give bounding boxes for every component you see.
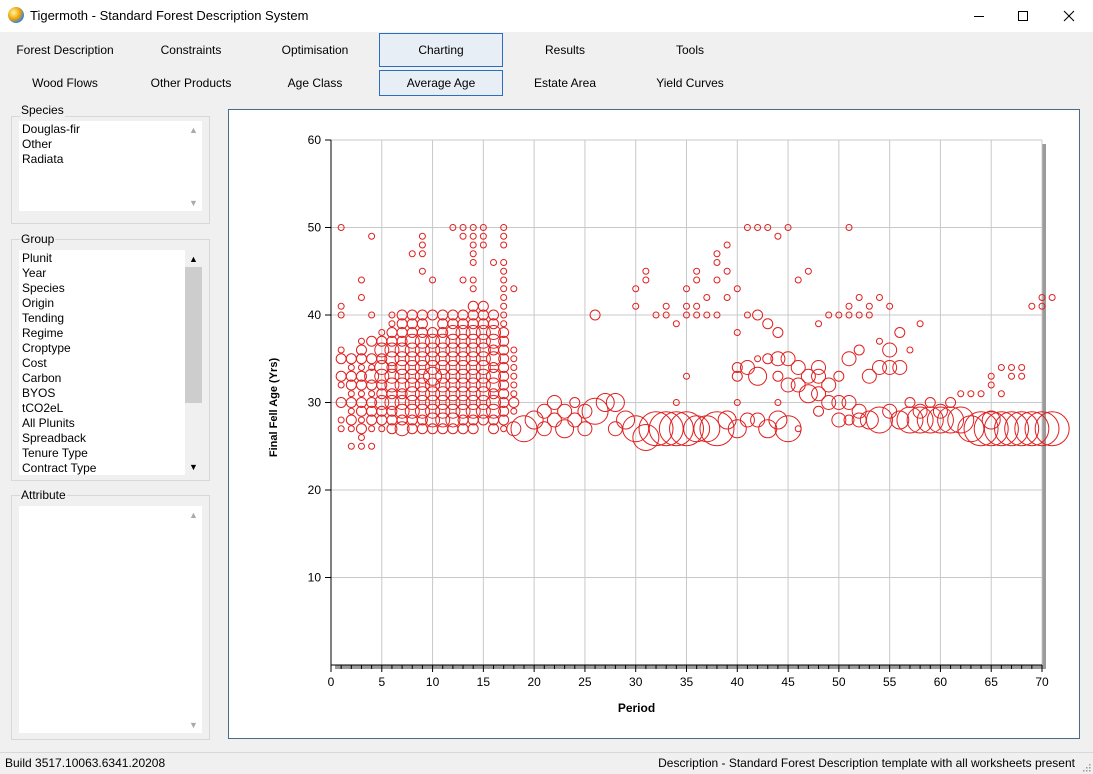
x-tick-label: 50 [832,675,846,689]
attribute-listbox[interactable]: ▲ ▼ [19,506,202,733]
y-tick-label: 20 [308,483,322,497]
list-item[interactable]: Regime [22,326,96,341]
window-title: Tigermoth - Standard Forest Description … [30,8,309,23]
tab-tools[interactable]: Tools [628,33,752,67]
list-item[interactable]: Tenure Type [22,446,96,461]
x-tick-label: 60 [934,675,948,689]
x-tick-label: 30 [629,675,643,689]
species-scrollbar[interactable]: ▲ ▼ [185,121,202,211]
list-item[interactable]: Spreadback [22,431,96,446]
tab-estate-area[interactable]: Estate Area [503,70,627,96]
resize-grip-icon[interactable] [1081,762,1091,772]
main-tabs: Forest Description Constraints Optimisat… [0,33,1093,67]
description-status: Description - Standard Forest Descriptio… [658,756,1075,770]
y-tick-label: 10 [308,571,322,585]
list-item[interactable]: Douglas-fir [22,122,80,137]
x-tick-label: 0 [328,675,335,689]
bubble-chart: 0 5 10 15 20 25 30 35 40 45 50 55 60 65 70 10 20 30 40 50 60… [268,133,1070,715]
tab-wood-flows[interactable]: Wood Flows [3,70,127,96]
list-item[interactable]: Plunit [22,251,96,266]
x-tick-label: 25 [578,675,592,689]
minimize-icon [974,16,984,17]
scroll-down-icon[interactable]: ▼ [185,458,202,475]
list-item[interactable]: Croptype [22,341,96,356]
status-bar: Build 3517.10063.6341.20208 Description … [0,752,1093,774]
y-axis-title: Final Fell Age (Yrs) [268,358,280,458]
scroll-down-icon[interactable]: ▼ [185,716,202,733]
charting-subtabs: Wood Flows Other Products Age Class Aver… [0,70,1093,96]
x-tick-label: 15 [477,675,491,689]
list-item[interactable]: Origin [22,296,96,311]
scroll-up-icon[interactable]: ▲ [185,121,202,138]
x-tick-label: 55 [883,675,897,689]
data-bubble [1048,294,1056,301]
species-listbox[interactable]: Douglas-fir Other Radiata ▲ ▼ [19,121,202,211]
maximize-button[interactable] [1000,0,1046,32]
tab-results[interactable]: Results [503,33,627,67]
tab-other-products[interactable]: Other Products [129,70,253,96]
x-tick-label: 70 [1035,675,1049,689]
close-icon [1063,10,1075,22]
list-item[interactable]: Year [22,266,96,281]
group-scrollbar[interactable]: ▲ ▼ [185,250,202,475]
scroll-up-icon[interactable]: ▲ [185,250,202,267]
tab-charting[interactable]: Charting [379,33,503,67]
build-number: Build 3517.10063.6341.20208 [5,756,166,770]
list-item[interactable]: tCO2eL [22,401,96,416]
list-item[interactable]: Carbon [22,371,96,386]
chart-panel: 0 5 10 15 20 25 30 35 40 45 50 55 60 65 70 10 20 30 40 50 60… [228,109,1080,739]
maximize-icon [1018,11,1028,21]
list-item[interactable]: BYOS [22,386,96,401]
y-tick-label: 40 [308,308,322,322]
tab-average-age[interactable]: Average Age [379,70,503,96]
list-item[interactable]: Species [22,281,96,296]
list-item[interactable]: Radiata [22,152,80,167]
x-tick-label: 35 [680,675,694,689]
minimize-button[interactable] [956,0,1002,32]
species-label: Species [20,103,65,117]
tab-yield-curves[interactable]: Yield Curves [628,70,752,96]
y-tick-label: 60 [308,133,322,147]
x-tick-label: 10 [426,675,440,689]
scrollbar-thumb[interactable] [185,267,202,403]
tab-age-class[interactable]: Age Class [253,70,377,96]
tab-forest-description[interactable]: Forest Description [3,33,127,67]
attribute-scrollbar[interactable]: ▲ ▼ [185,506,202,733]
list-item[interactable]: All Plunits [22,416,96,431]
tab-constraints[interactable]: Constraints [129,33,253,67]
x-tick-label: 45 [781,675,795,689]
x-axis-title: Period [618,701,655,715]
x-tick-label: 5 [378,675,385,689]
x-tick-label: 40 [731,675,745,689]
scroll-down-icon[interactable]: ▼ [185,194,202,211]
title-bar: Tigermoth - Standard Forest Description … [0,0,1093,32]
x-tick-label: 65 [985,675,999,689]
close-button[interactable] [1046,0,1092,32]
y-tick-label: 50 [308,221,322,235]
tab-optimisation[interactable]: Optimisation [253,33,377,67]
globe-icon [8,7,24,23]
list-item[interactable]: Tending [22,311,96,326]
group-label: Group [20,232,56,246]
y-tick-label: 30 [308,396,322,410]
list-item[interactable]: Cost [22,356,96,371]
scroll-up-icon[interactable]: ▲ [185,506,202,523]
list-item[interactable]: Contract Type [22,461,96,475]
x-tick-label: 20 [527,675,541,689]
list-item[interactable]: Other [22,137,80,152]
group-listbox[interactable]: Plunit Year Species Origin Tending Regime Crop… [19,250,202,475]
attribute-label: Attribute [20,488,67,502]
